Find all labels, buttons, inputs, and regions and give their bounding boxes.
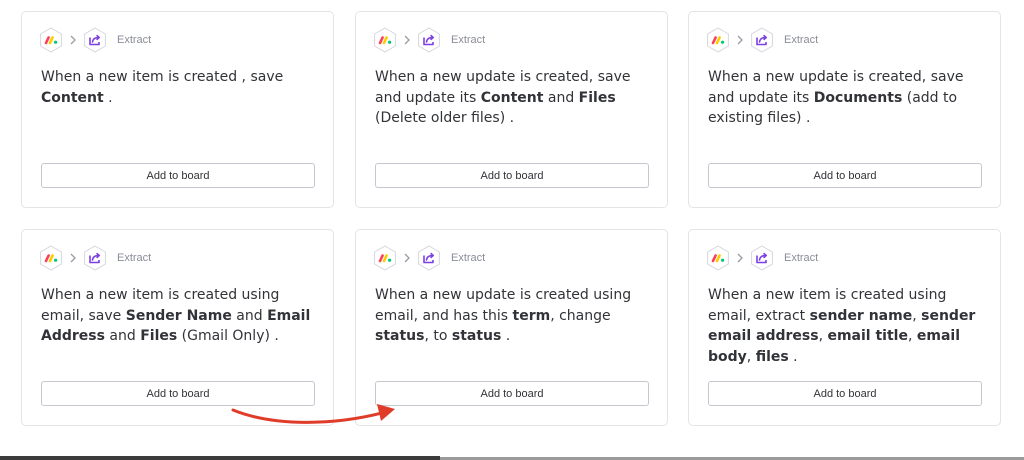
field-name-bold: term — [512, 307, 551, 324]
add-to-board-button[interactable]: Add to board — [708, 381, 982, 406]
description-text: . — [103, 89, 113, 106]
recipe-card: Extract When a new item is created using… — [21, 229, 334, 426]
field-name-bold: sender name — [809, 307, 913, 324]
description-text: and — [231, 307, 268, 324]
description-text: (Gmail Only) . — [177, 328, 279, 344]
recipe-card-header: Extract — [372, 245, 485, 271]
recipe-description: When a new item is created using email, … — [708, 285, 993, 367]
extract-share-icon — [416, 27, 442, 53]
extract-share-icon — [82, 245, 108, 271]
description-text: , to — [424, 328, 452, 344]
monday-logo-icon — [38, 245, 64, 271]
recipe-card: Extract When a new update is created, sa… — [355, 11, 668, 208]
description-text: , — [907, 328, 917, 344]
extract-share-icon — [749, 245, 775, 271]
monday-logo-icon — [705, 27, 731, 53]
field-name-bold: Sender Name — [125, 307, 232, 324]
recipe-card: Extract When a new item is created , sav… — [21, 11, 334, 208]
chevron-right-icon — [400, 245, 414, 271]
recipe-card: Extract When a new item is created using… — [688, 229, 1001, 426]
recipe-description: When a new update is created, save and u… — [708, 67, 993, 129]
recipe-card: Extract When a new update is created, sa… — [688, 11, 1001, 208]
recipe-card: Extract When a new update is created usi… — [355, 229, 668, 426]
recipe-description: When a new update is created using email… — [375, 285, 660, 347]
recipe-description: When a new item is created using email, … — [41, 285, 326, 347]
recipe-card-header: Extract — [372, 27, 485, 53]
recipe-card-header: Extract — [38, 27, 151, 53]
description-text: When a new item is created , save — [41, 69, 284, 85]
add-to-board-button[interactable]: Add to board — [41, 381, 315, 406]
field-name-bold: Documents — [813, 89, 903, 106]
description-text: . — [501, 328, 511, 344]
description-text: . — [788, 348, 798, 365]
description-text: (Delete older files) . — [375, 110, 515, 126]
step-label: Extract — [784, 34, 819, 46]
step-label: Extract — [117, 34, 152, 46]
field-name-bold: status — [375, 328, 425, 344]
recipe-card-header: Extract — [38, 245, 151, 271]
description-text: , — [912, 307, 922, 324]
chevron-right-icon — [400, 27, 414, 53]
add-to-board-button[interactable]: Add to board — [708, 163, 982, 188]
recipe-card-header: Extract — [705, 245, 818, 271]
recipe-description: When a new update is created, save and u… — [375, 67, 660, 129]
chevron-right-icon — [733, 27, 747, 53]
monday-logo-icon — [372, 245, 398, 271]
step-label: Extract — [117, 252, 152, 264]
recipe-card-header: Extract — [705, 27, 818, 53]
field-name-bold: status — [451, 328, 502, 344]
field-name-bold: Files — [578, 89, 616, 106]
recipe-description: When a new item is created , save Conten… — [41, 67, 326, 108]
description-text: and — [104, 328, 141, 344]
step-label: Extract — [784, 252, 819, 264]
monday-logo-icon — [372, 27, 398, 53]
field-name-bold: Content — [41, 89, 104, 106]
field-name-bold: email title — [827, 328, 908, 344]
extract-share-icon — [749, 27, 775, 53]
chevron-right-icon — [66, 245, 80, 271]
add-to-board-button[interactable]: Add to board — [375, 381, 649, 406]
chevron-right-icon — [733, 245, 747, 271]
description-text: , — [746, 348, 756, 365]
description-text: and — [543, 89, 579, 106]
chevron-right-icon — [66, 27, 80, 53]
window-bottom-edge — [0, 456, 440, 460]
description-text: , change — [550, 307, 611, 324]
step-label: Extract — [451, 34, 486, 46]
extract-share-icon — [416, 245, 442, 271]
add-to-board-button[interactable]: Add to board — [375, 163, 649, 188]
add-to-board-button[interactable]: Add to board — [41, 163, 315, 188]
field-name-bold: Files — [140, 328, 178, 344]
field-name-bold: files — [755, 348, 789, 365]
extract-share-icon — [82, 27, 108, 53]
step-label: Extract — [451, 252, 486, 264]
monday-logo-icon — [705, 245, 731, 271]
field-name-bold: Content — [480, 89, 544, 106]
monday-logo-icon — [38, 27, 64, 53]
